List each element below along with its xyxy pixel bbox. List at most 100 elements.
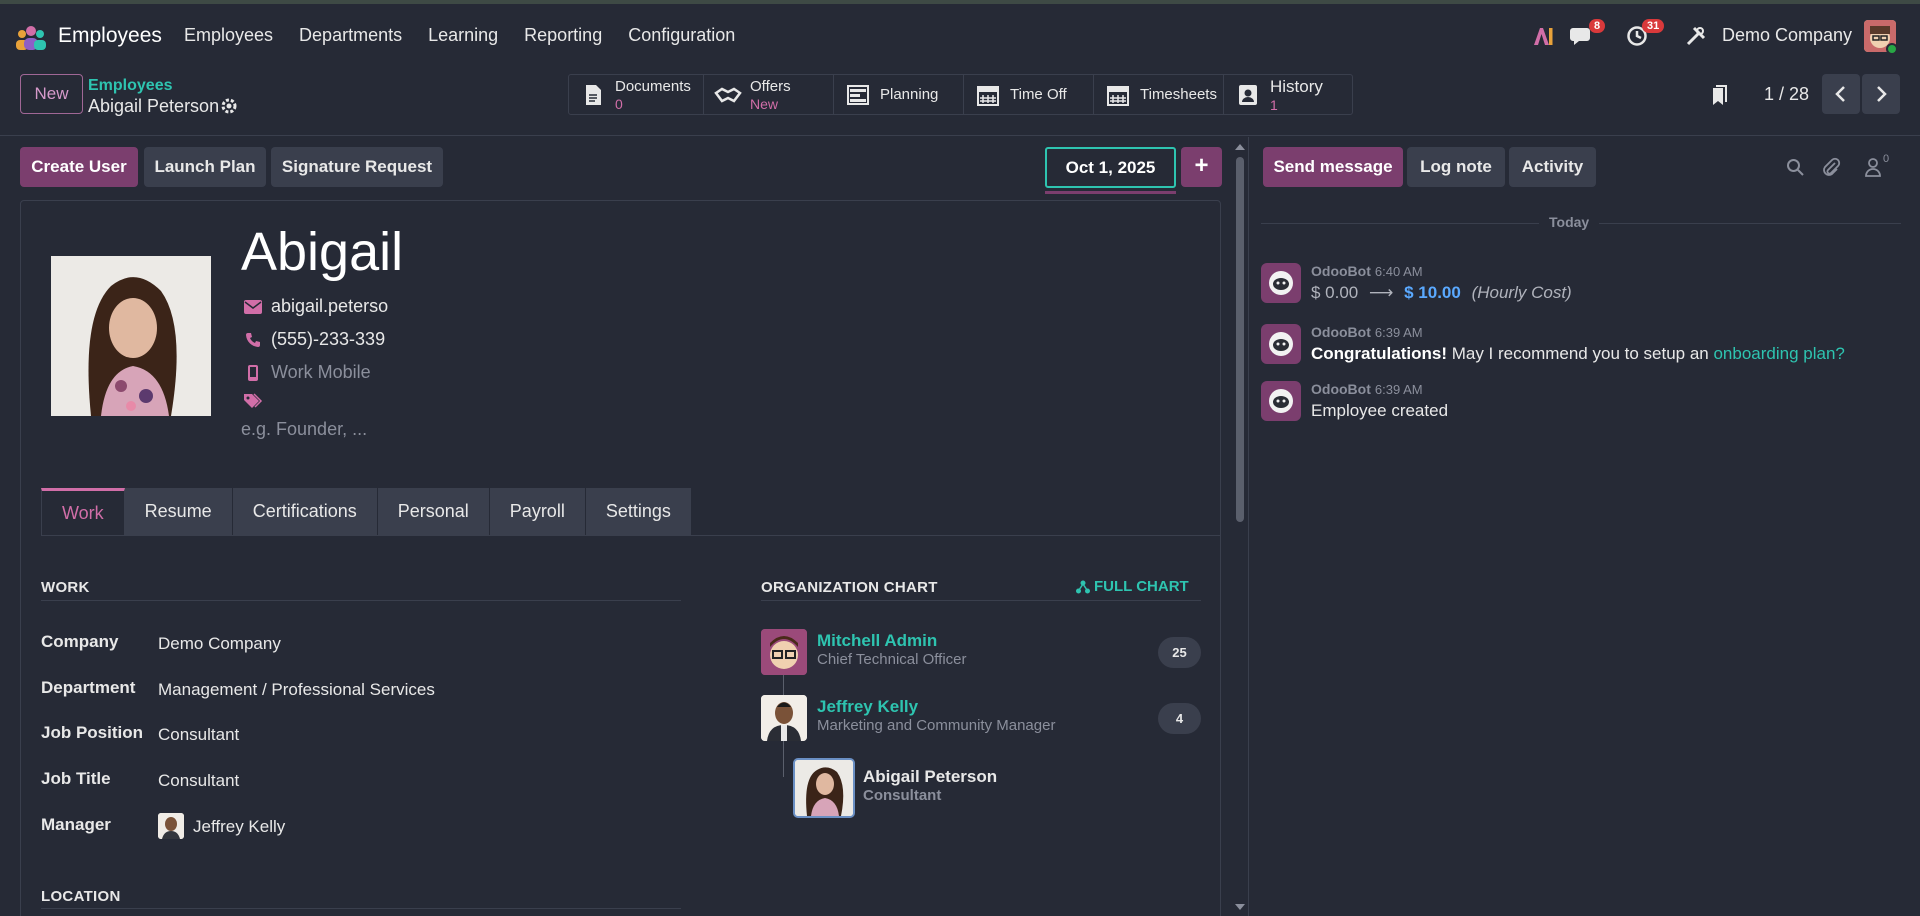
tab-certifications[interactable]: Certifications <box>232 488 378 535</box>
sitemap-icon <box>1076 580 1090 593</box>
app-name[interactable]: Employees <box>58 24 162 48</box>
breadcrumb-parent[interactable]: Employees <box>88 77 172 95</box>
signature-request-button[interactable]: Signature Request <box>271 147 443 187</box>
tab-settings[interactable]: Settings <box>585 488 692 535</box>
job-title-value[interactable]: Consultant <box>158 771 239 791</box>
pager-previous-button[interactable] <box>1822 74 1860 114</box>
search-icon[interactable] <box>1786 158 1804 176</box>
manager-value[interactable]: Jeffrey Kelly <box>193 817 285 837</box>
date-selector[interactable]: Oct 1, 2025 <box>1045 147 1176 188</box>
abigail-peterson-avatar[interactable] <box>793 758 855 818</box>
menu-departments[interactable]: Departments <box>299 25 402 46</box>
paperclip-icon[interactable] <box>1821 157 1841 177</box>
planning-icon <box>847 85 869 105</box>
subordinates-count-badge[interactable]: 25 <box>1158 637 1201 668</box>
onboarding-plan-link[interactable]: onboarding plan? <box>1713 344 1844 363</box>
org-chart-job-title: Consultant <box>863 787 942 804</box>
bookmark-icon[interactable] <box>1710 84 1728 108</box>
job-position-label: Job Position <box>41 723 143 742</box>
menu-employees[interactable]: Employees <box>184 25 273 46</box>
message-body: $ 0.00 ⟶ $ 10.00 (Hourly Cost) <box>1311 283 1572 302</box>
menu-reporting[interactable]: Reporting <box>524 25 602 46</box>
envelope-icon <box>244 299 262 314</box>
followers-count: 0 <box>1883 153 1890 165</box>
org-chart-job-title: Marketing and Community Manager <box>817 717 1056 734</box>
full-chart-link[interactable]: FULL CHART <box>1076 578 1189 595</box>
log-note-button[interactable]: Log note <box>1407 147 1505 187</box>
company-label: Company <box>41 632 119 651</box>
tab-resume[interactable]: Resume <box>124 488 233 535</box>
employee-name[interactable]: Abigail <box>241 221 403 283</box>
manager-avatar <box>158 813 184 839</box>
date-underline <box>1045 191 1176 194</box>
new-button[interactable]: New <box>20 74 83 114</box>
robot-icon <box>1269 332 1293 356</box>
main-menu: Employees Departments Learning Reporting… <box>184 25 761 46</box>
history-smart-button[interactable]: History 1 <box>1224 75 1352 114</box>
ai-icon[interactable] <box>1532 25 1554 47</box>
pager-next-button[interactable] <box>1862 74 1900 114</box>
menu-learning[interactable]: Learning <box>428 25 498 46</box>
tab-personal[interactable]: Personal <box>377 488 490 535</box>
tags-field[interactable] <box>243 393 271 409</box>
message-author[interactable]: OdooBot 6:39 AM <box>1311 381 1423 397</box>
followers-icon[interactable] <box>1864 157 1882 177</box>
phone-icon <box>246 332 260 347</box>
calendar-icon <box>977 86 999 106</box>
odoobot-avatar[interactable] <box>1261 381 1301 421</box>
robot-icon <box>1269 389 1293 413</box>
job-title-input[interactable]: e.g. Founder, ... <box>241 419 367 440</box>
chatter-panel: Send message Log note Activity 0 Today O… <box>1248 137 1920 916</box>
add-button[interactable]: + <box>1181 147 1222 187</box>
jeffrey-kelly-avatar[interactable] <box>761 695 807 741</box>
phone-field[interactable]: (555)-233-339 <box>243 329 385 350</box>
documents-smart-button[interactable]: Documents 0 <box>569 75 704 114</box>
tools-icon[interactable] <box>1685 25 1707 47</box>
form-scrollbar[interactable] <box>1232 137 1248 916</box>
scroll-down-icon[interactable] <box>1234 903 1246 911</box>
mitchell-admin-avatar[interactable] <box>761 629 807 675</box>
create-user-button[interactable]: Create User <box>20 147 138 187</box>
org-chart-job-title: Chief Technical Officer <box>817 651 967 668</box>
timesheets-smart-button[interactable]: Timesheets <box>1094 75 1224 114</box>
send-message-button[interactable]: Send message <box>1263 147 1403 187</box>
odoobot-avatar[interactable] <box>1261 324 1301 364</box>
control-panel: New Employees Abigail Peterson Documents… <box>0 68 1920 136</box>
scrollbar-thumb[interactable] <box>1236 157 1244 522</box>
employees-app-icon[interactable] <box>14 24 48 52</box>
odoobot-avatar[interactable] <box>1261 263 1301 303</box>
offers-smart-button[interactable]: Offers New <box>704 75 834 114</box>
message-author[interactable]: OdooBot 6:39 AM <box>1311 324 1423 340</box>
pager-value[interactable]: 1 / 28 <box>1764 84 1809 105</box>
company-switcher[interactable]: Demo Company <box>1722 25 1852 46</box>
department-value[interactable]: Management / Professional Services <box>158 680 435 700</box>
messages-badge: 8 <box>1589 19 1606 33</box>
org-chart-connector <box>783 675 784 695</box>
chevron-right-icon <box>1877 86 1887 102</box>
activity-button[interactable]: Activity <box>1509 147 1596 187</box>
job-title-label: Job Title <box>41 769 111 788</box>
launch-plan-button[interactable]: Launch Plan <box>144 147 266 187</box>
employee-photo[interactable] <box>51 256 211 416</box>
org-chart-name[interactable]: Jeffrey Kelly <box>817 697 1055 717</box>
org-chart-row[interactable]: Jeffrey Kelly Marketing and Community Ma… <box>817 697 1055 734</box>
planning-smart-button[interactable]: Planning <box>834 75 964 114</box>
gear-icon[interactable] <box>220 97 238 115</box>
divider <box>41 600 681 601</box>
subordinates-count-badge[interactable]: 4 <box>1158 703 1201 734</box>
org-chart-row[interactable]: Mitchell Admin Chief Technical Officer <box>817 631 967 668</box>
message-author[interactable]: OdooBot 6:40 AM <box>1311 263 1423 279</box>
time-off-smart-button[interactable]: Time Off <box>964 75 1094 114</box>
job-position-value[interactable]: Consultant <box>158 725 239 745</box>
email-field[interactable]: abigail.peterso <box>243 296 388 317</box>
menu-configuration[interactable]: Configuration <box>628 25 735 46</box>
org-chart-name[interactable]: Mitchell Admin <box>817 631 967 651</box>
chevron-left-icon <box>1835 86 1845 102</box>
scroll-up-icon[interactable] <box>1234 143 1246 151</box>
handshake-icon <box>714 87 742 103</box>
tab-payroll[interactable]: Payroll <box>489 488 586 535</box>
location-section-title: LOCATION <box>41 888 121 905</box>
tab-work[interactable]: Work <box>41 488 125 535</box>
company-value[interactable]: Demo Company <box>158 634 281 654</box>
work-mobile-field[interactable]: Work Mobile <box>243 362 371 383</box>
